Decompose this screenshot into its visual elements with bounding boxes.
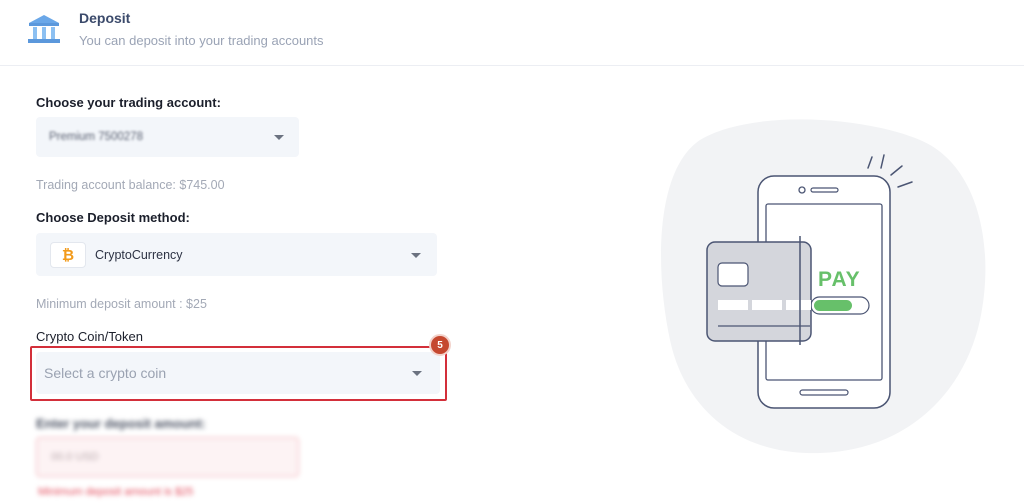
deposit-amount-placeholder: 00.0 USD — [51, 451, 99, 463]
chevron-down-icon — [274, 135, 284, 140]
minimum-deposit-hint: Minimum deposit amount : $25 — [36, 297, 207, 311]
phone-payment-illustration: PAY — [661, 119, 986, 454]
deposit-method-label: Choose Deposit method: — [36, 210, 190, 225]
page-header: Deposit You can deposit into your tradin… — [0, 0, 1024, 66]
chevron-down-icon — [411, 252, 421, 258]
trading-account-value: Premium 7500278 — [49, 131, 143, 143]
deposit-amount-input[interactable]: 00.0 USD — [36, 437, 299, 477]
bank-icon — [28, 15, 60, 43]
trading-account-select[interactable]: Premium 7500278 — [36, 117, 299, 157]
page-title: Deposit — [79, 10, 131, 26]
pay-text: PAY — [818, 268, 861, 291]
toggle-fill — [814, 300, 852, 311]
deposit-amount-error: Minimum deposit amount is $25 — [38, 486, 194, 498]
deposit-method-select[interactable]: ₿ CryptoCurrency — [36, 233, 437, 276]
bitcoin-icon: ₿ — [50, 242, 86, 268]
crypto-coin-label: Crypto Coin/Token — [36, 329, 143, 344]
deposit-amount-label: Enter your deposit amount: — [36, 416, 206, 431]
page-subtitle: You can deposit into your trading accoun… — [79, 33, 324, 48]
step-number-badge: 5 — [429, 334, 451, 356]
deposit-method-value: CryptoCurrency — [95, 247, 183, 262]
account-label: Choose your trading account: — [36, 95, 221, 110]
account-balance: Trading account balance: $745.00 — [36, 178, 225, 192]
step-highlight-box — [30, 346, 447, 401]
